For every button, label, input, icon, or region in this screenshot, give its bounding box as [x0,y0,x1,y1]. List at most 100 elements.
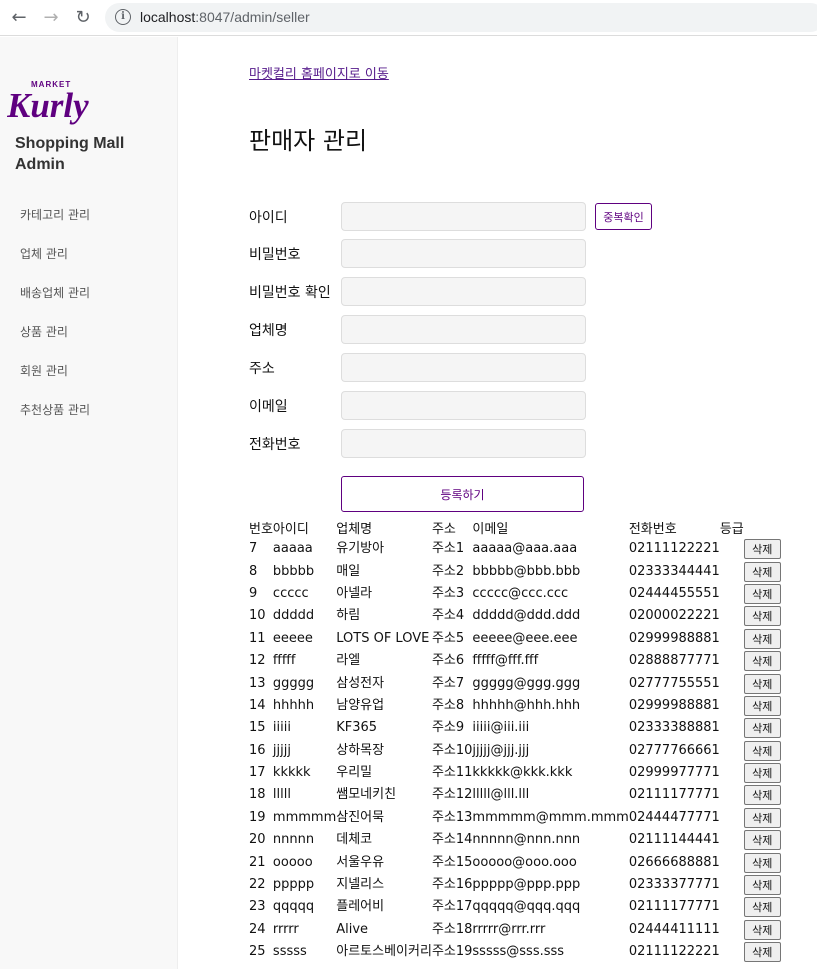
cell-id: aaaaa [272,541,313,557]
table-row: 12 fffff 라엘 주소6 fffff@fff.fff 02888877771 삭제 [249,650,781,672]
cell-id: fffff [272,653,296,669]
cell-address: 주소17 [431,899,473,915]
cell-email: qqqqq@qqq.qqq [472,899,581,915]
cell-phone: 02111177771 [628,787,720,803]
cell-company: 아르토스베이커리 [336,944,432,960]
sidebar-item-recommended[interactable]: 추천상품 관리 [20,402,90,441]
cell-email: ccccc@ccc.ccc [472,585,569,601]
register-button[interactable]: 등록하기 [341,476,584,512]
sidebar-item-delivery[interactable]: 배송업체 관리 [20,285,90,324]
delete-button[interactable]: 삭제 [743,875,781,896]
cell-email: fffff@fff.fff [472,653,539,669]
cell-action: 삭제 [743,560,781,582]
cell-no: 22 [249,877,266,893]
cell-phone: 02888877771 [628,653,720,669]
header-action [744,519,781,538]
brand-line-1: Shopping Mall [15,135,125,152]
seller-table-body: 7 aaaaa 유기방아 주소1 aaaaa@aaa.aaa 02111122221 삭제 8… [249,538,781,963]
delete-button[interactable]: 삭제 [743,919,781,940]
delete-button[interactable]: 삭제 [743,539,781,560]
delete-button[interactable]: 삭제 [743,695,781,716]
delete-button[interactable]: 삭제 [743,718,781,739]
delete-button[interactable]: 삭제 [743,942,781,963]
cell-grade [720,941,744,963]
delete-button[interactable]: 삭제 [743,561,781,582]
cell-address: 주소15 [431,854,473,870]
cell-company: 지넬리스 [336,877,385,893]
cell-address: 주소4 [431,608,465,624]
cell-company: 우리밀 [336,765,373,781]
cell-action: 삭제 [743,829,781,851]
cell-grade [720,740,744,762]
delete-button[interactable]: 삭제 [743,852,781,873]
brand-title: Shopping Mall Admin [15,133,124,175]
delete-button[interactable]: 삭제 [743,673,781,694]
cell-action: 삭제 [743,538,781,560]
table-row: 15 iiiii KF365 주소9 iiiii@iii.iii 02333388881 삭… [249,717,781,739]
delete-button[interactable]: 삭제 [743,897,781,918]
table-row: 23 qqqqq 플레어비 주소17 qqqqq@qqq.qqq 02111177771 삭… [249,896,781,918]
cell-id: ooooo [272,854,313,870]
forward-arrow-icon[interactable]: → [40,7,62,29]
cell-id: qqqqq [272,899,315,915]
url-path: :8047/admin/seller [195,9,310,25]
cell-action: 삭제 [743,717,781,739]
home-link[interactable]: 마켓컬리 홈페이지로 이동 [249,63,389,82]
cell-id: kkkkk [272,765,311,781]
cell-grade [720,605,744,627]
cell-no: 25 [249,944,266,960]
reload-icon[interactable]: ↻ [72,7,94,29]
cell-email: ggggg@ggg.ggg [472,675,581,691]
address-bar[interactable]: i localhost:8047/admin/seller [105,3,817,32]
delete-button[interactable]: 삭제 [743,651,781,672]
delete-button[interactable]: 삭제 [743,583,781,604]
cell-phone: 02333388881 [628,720,720,736]
back-arrow-icon[interactable]: ← [8,7,30,29]
delete-button[interactable]: 삭제 [743,628,781,649]
cell-phone: 02333377771 [628,877,720,893]
cell-address: 주소16 [431,877,473,893]
delete-button[interactable]: 삭제 [743,785,781,806]
header-email: 이메일 [472,522,509,537]
cell-no: 14 [249,697,266,713]
cell-phone: 02111122221 [628,541,720,557]
sidebar-item-product[interactable]: 상품 관리 [20,324,90,363]
password-confirm-input[interactable] [341,277,586,306]
id-input[interactable] [341,202,586,231]
cell-phone: 02000022221 [628,608,720,624]
cell-company: 서울우유 [336,854,385,870]
delete-button[interactable]: 삭제 [743,740,781,761]
table-row: 25 sssss 아르토스베이커리 주소19 sssss@sss.sss 02111122… [249,941,781,963]
duplicate-check-button[interactable]: 중복확인 [595,203,652,230]
info-icon[interactable]: i [115,9,131,25]
cell-no: 11 [249,630,266,646]
cell-address: 주소8 [431,697,465,713]
cell-company: 라엘 [336,653,361,669]
company-input[interactable] [341,315,586,344]
cell-action: 삭제 [743,807,781,829]
email-input[interactable] [341,391,586,420]
cell-company: 유기방아 [336,541,385,557]
password-input[interactable] [341,239,586,268]
cell-email: rrrrr@rrr.rrr [472,921,546,937]
kurly-logo[interactable]: MARKET Kurly [7,77,99,129]
cell-action: 삭제 [743,941,781,963]
delete-button[interactable]: 삭제 [743,763,781,784]
delete-button[interactable]: 삭제 [743,807,781,828]
table-row: 7 aaaaa 유기방아 주소1 aaaaa@aaa.aaa 02111122221 삭제 [249,538,781,560]
address-input[interactable] [341,353,586,382]
cell-company: 삼성전자 [336,675,385,691]
table-row: 14 hhhhh 남양유업 주소8 hhhhh@hhh.hhh 02999988881 삭제 [249,695,781,717]
cell-address: 주소9 [431,720,465,736]
cell-email: jjjjj@jjj.jjj [472,742,530,758]
url-text[interactable]: localhost:8047/admin/seller [140,9,310,25]
cell-email: hhhhh@hhh.hhh [472,697,581,713]
sidebar-item-member[interactable]: 회원 관리 [20,363,90,402]
delete-button[interactable]: 삭제 [743,830,781,851]
cell-no: 23 [249,899,266,915]
sidebar-item-company[interactable]: 업체 관리 [20,246,90,285]
phone-input[interactable] [341,429,586,458]
cell-grade [720,874,744,896]
sidebar-item-category[interactable]: 카테고리 관리 [20,207,90,246]
delete-button[interactable]: 삭제 [743,606,781,627]
